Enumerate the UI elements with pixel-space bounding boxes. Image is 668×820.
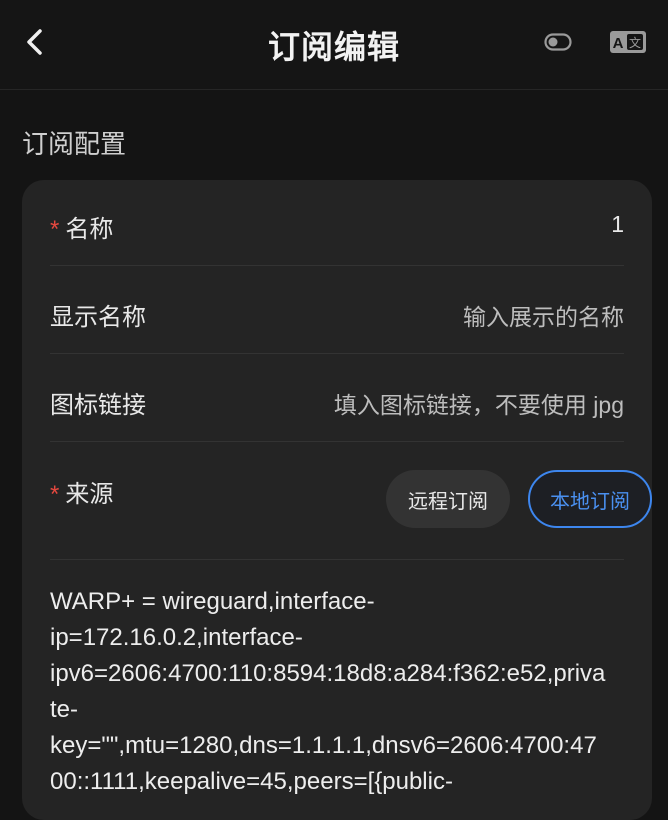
name-row[interactable]: * 名称 1: [50, 180, 624, 266]
name-label: * 名称: [50, 209, 113, 244]
icon-link-row[interactable]: 图标链接 填入图标链接，不要使用 jpg: [50, 354, 624, 442]
icon-link-input[interactable]: 填入图标链接，不要使用 jpg: [334, 386, 624, 420]
translate-icon: A 文: [610, 31, 646, 53]
display-name-label: 显示名称: [50, 304, 146, 331]
remote-subscription-button[interactable]: 远程订阅: [386, 470, 510, 528]
local-subscription-button[interactable]: 本地订阅: [528, 470, 652, 528]
section-title: 订阅配置: [22, 129, 127, 159]
name-label-text: 名称: [65, 216, 114, 243]
subscription-config-card: * 名称 1 显示名称 输入展示的名称 图标链接 填入图标链接，不要使用 jpg …: [22, 180, 652, 820]
source-label: * 来源: [50, 474, 113, 509]
svg-text:文: 文: [629, 35, 641, 50]
required-marker: *: [50, 481, 60, 508]
name-input[interactable]: 1: [611, 211, 624, 238]
display-name-row[interactable]: 显示名称 输入展示的名称: [50, 266, 624, 354]
toggle-button[interactable]: [536, 26, 580, 58]
translate-button[interactable]: A 文: [606, 26, 650, 58]
toggle-icon: [544, 33, 572, 51]
required-marker: *: [50, 216, 60, 243]
top-app-bar: 订阅编辑 A 文: [0, 0, 668, 90]
source-label-text: 来源: [65, 481, 114, 508]
subscription-content-textarea[interactable]: WARP+ = wireguard,interface- ip=172.16.0…: [50, 584, 628, 800]
source-row: * 来源 远程订阅 本地订阅: [50, 442, 652, 560]
icon-link-label: 图标链接: [50, 392, 146, 419]
svg-text:A: A: [613, 35, 624, 52]
display-name-input[interactable]: 输入展示的名称: [463, 298, 624, 332]
